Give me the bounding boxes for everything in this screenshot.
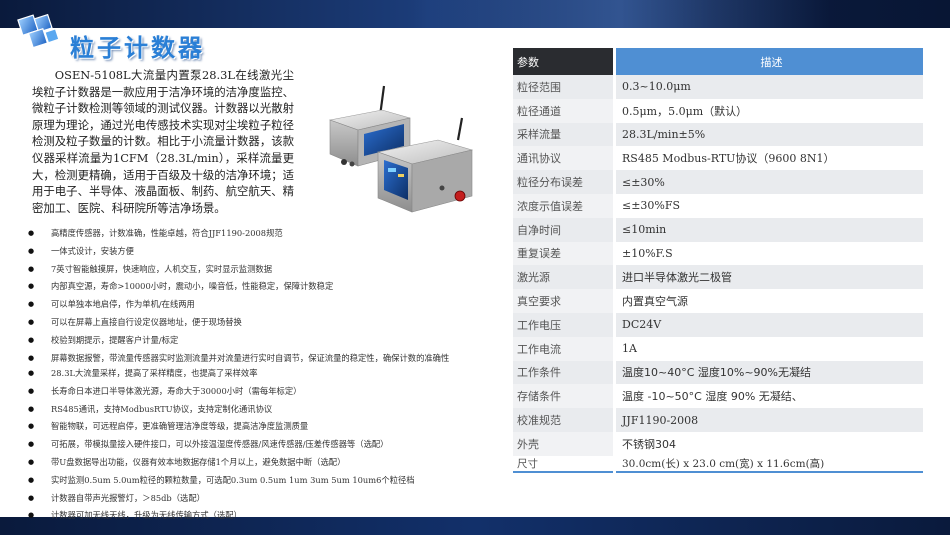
- feature-item: 可拓展，带模拟量接入硬件接口，可以外接温湿度传感器/风速传感器/压差传感器等（选…: [28, 439, 498, 450]
- feature-item: 屏幕数据报警，带流量传感器实时监测流量并对流量进行实时自调节，保证流量的稳定性，…: [28, 353, 498, 364]
- spec-value: ≤±30%: [613, 170, 923, 194]
- feature-item: 计数器可加无线天线，升级为无线传输方式（选配）: [28, 510, 498, 521]
- spec-param: 粒径分布误差: [513, 170, 615, 194]
- spec-value: ±10%F.S: [613, 241, 923, 266]
- spec-row: 工作条件 温度10~40°C 湿度10%~90%无凝结: [513, 360, 923, 385]
- spec-value: 28.3L/min±5%: [613, 122, 923, 147]
- feature-list: 高精度传感器，计数准确，性能卓越，符合JJF1190-2008规范 一体式设计，…: [28, 228, 498, 528]
- feature-item: 可以单独本地启停，作为单机/在线两用: [28, 299, 498, 310]
- feature-item: 长寿命日本进口半导体激光源，寿命大于30000小时（需每年标定）: [28, 386, 498, 397]
- feature-item: RS485通讯，支持ModbusRTU协议，支持定制化通讯协议: [28, 404, 498, 415]
- spec-row: 粒径分布误差 ≤±30%: [513, 170, 923, 194]
- spec-param: 工作电压: [513, 312, 615, 337]
- feature-item: 校验到期提示，提醒客户计量/标定: [28, 335, 498, 346]
- spec-param: 校准规范: [513, 408, 615, 432]
- spec-param: 工作条件: [513, 360, 615, 385]
- spec-row: 工作电压 DC24V: [513, 312, 923, 337]
- feature-item: 智能物联，可远程启停，更准确管理洁净度等级，提高洁净度监测质量: [28, 421, 498, 432]
- feature-item: 实时监测0.5um 5.0um粒径的颗粒数量，可选配0.3um 0.5um 1u…: [28, 475, 498, 486]
- top-banner: [0, 0, 950, 28]
- spec-param: 采样流量: [513, 122, 615, 147]
- spec-param: 粒径通道: [513, 98, 615, 123]
- spec-value: 进口半导体激光二极管: [613, 265, 923, 290]
- banner-glow: [410, 0, 830, 28]
- spec-table: 参数 描述 粒径范围 0.3~10.0μm 粒径通道 0.5μm，5.0μm（默认）…: [513, 48, 923, 473]
- stacked-cubes-logo-icon: [17, 13, 60, 49]
- feature-item: 一体式设计，安装方便: [28, 246, 498, 257]
- spec-param: 激光源: [513, 265, 615, 290]
- spec-value: 温度 -10~50°C 湿度 90% 无凝结、: [613, 384, 923, 409]
- spec-value: DC24V: [613, 312, 923, 337]
- spec-row: 外壳 不锈钢304: [513, 431, 923, 456]
- spec-row: 粒径通道 0.5μm，5.0μm（默认）: [513, 98, 923, 123]
- spec-value: 1A: [613, 336, 923, 361]
- spec-row: 粒径范围 0.3~10.0μm: [513, 75, 923, 99]
- spec-value: JJF1190-2008: [613, 408, 923, 432]
- spec-param: 通讯协议: [513, 146, 615, 171]
- feature-item: 带U盘数据导出功能，仪器有效本地数据存储1个月以上，避免数据中断（选配）: [28, 457, 498, 468]
- spec-row: 校准规范 JJF1190-2008: [513, 408, 923, 432]
- spec-param: 存储条件: [513, 384, 615, 409]
- spec-value: 0.3~10.0μm: [613, 75, 923, 99]
- feature-item: 内部真空源，寿命>10000小时，震动小，噪音低，性能稳定，保障计数稳定: [28, 281, 498, 292]
- spec-value: RS485 Modbus-RTU协议（9600 8N1）: [613, 146, 923, 171]
- page-title: 粒子计数器: [70, 34, 205, 62]
- spec-param: 工作电流: [513, 336, 615, 361]
- spec-param: 浓度示值误差: [513, 193, 615, 218]
- spec-value: ≤10min: [613, 217, 923, 242]
- spec-param: 重复误差: [513, 241, 615, 266]
- feature-item: 计数器自带声光报警灯，＞85db（选配）: [28, 493, 498, 504]
- particle-counter-device-icon: [328, 85, 474, 213]
- spec-table-header: 参数 描述: [513, 48, 923, 75]
- feature-item: 高精度传感器，计数准确，性能卓越，符合JJF1190-2008规范: [28, 228, 498, 239]
- spec-row: 尺寸 30.0cm(长) x 23.0 cm(宽) x 11.6cm(高): [513, 455, 923, 473]
- spec-param: 粒径范围: [513, 75, 615, 99]
- feature-item: 28.3L大流量采样，提高了采样精度，也提高了采样效率: [28, 368, 498, 379]
- header-desc: 描述: [613, 48, 923, 75]
- spec-value: 内置真空气源: [613, 289, 923, 313]
- spec-row: 真空要求 内置真空气源: [513, 289, 923, 313]
- spec-row: 浓度示值误差 ≤±30%FS: [513, 193, 923, 218]
- spec-value: 30.0cm(长) x 23.0 cm(宽) x 11.6cm(高): [613, 455, 923, 473]
- feature-item: 7英寸智能触摸屏，快速响应，人机交互，实时显示监测数据: [28, 264, 498, 275]
- spec-param: 真空要求: [513, 289, 615, 313]
- feature-item: 可以在屏幕上直接自行设定仪器地址，便于现场替换: [28, 317, 498, 328]
- intro-paragraph: OSEN-5108L大流量内置泵28.3L在线激光尘埃粒子计数器是一款应用于洁净…: [32, 68, 294, 215]
- header-param: 参数: [513, 48, 615, 75]
- spec-param: 自净时间: [513, 217, 615, 242]
- spec-row: 重复误差 ±10%F.S: [513, 241, 923, 266]
- spec-row: 工作电流 1A: [513, 336, 923, 361]
- spec-row: 采样流量 28.3L/min±5%: [513, 122, 923, 147]
- spec-value: 温度10~40°C 湿度10%~90%无凝结: [613, 360, 923, 385]
- spec-value: 0.5μm，5.0μm（默认）: [613, 98, 923, 123]
- spec-row: 自净时间 ≤10min: [513, 217, 923, 242]
- spec-row: 通讯协议 RS485 Modbus-RTU协议（9600 8N1）: [513, 146, 923, 171]
- spec-param: 外壳: [513, 431, 615, 456]
- spec-row: 激光源 进口半导体激光二极管: [513, 265, 923, 290]
- spec-param: 尺寸: [513, 455, 615, 473]
- spec-row: 存储条件 温度 -10~50°C 湿度 90% 无凝结、: [513, 384, 923, 409]
- spec-value: ≤±30%FS: [613, 193, 923, 218]
- spec-value: 不锈钢304: [613, 431, 923, 456]
